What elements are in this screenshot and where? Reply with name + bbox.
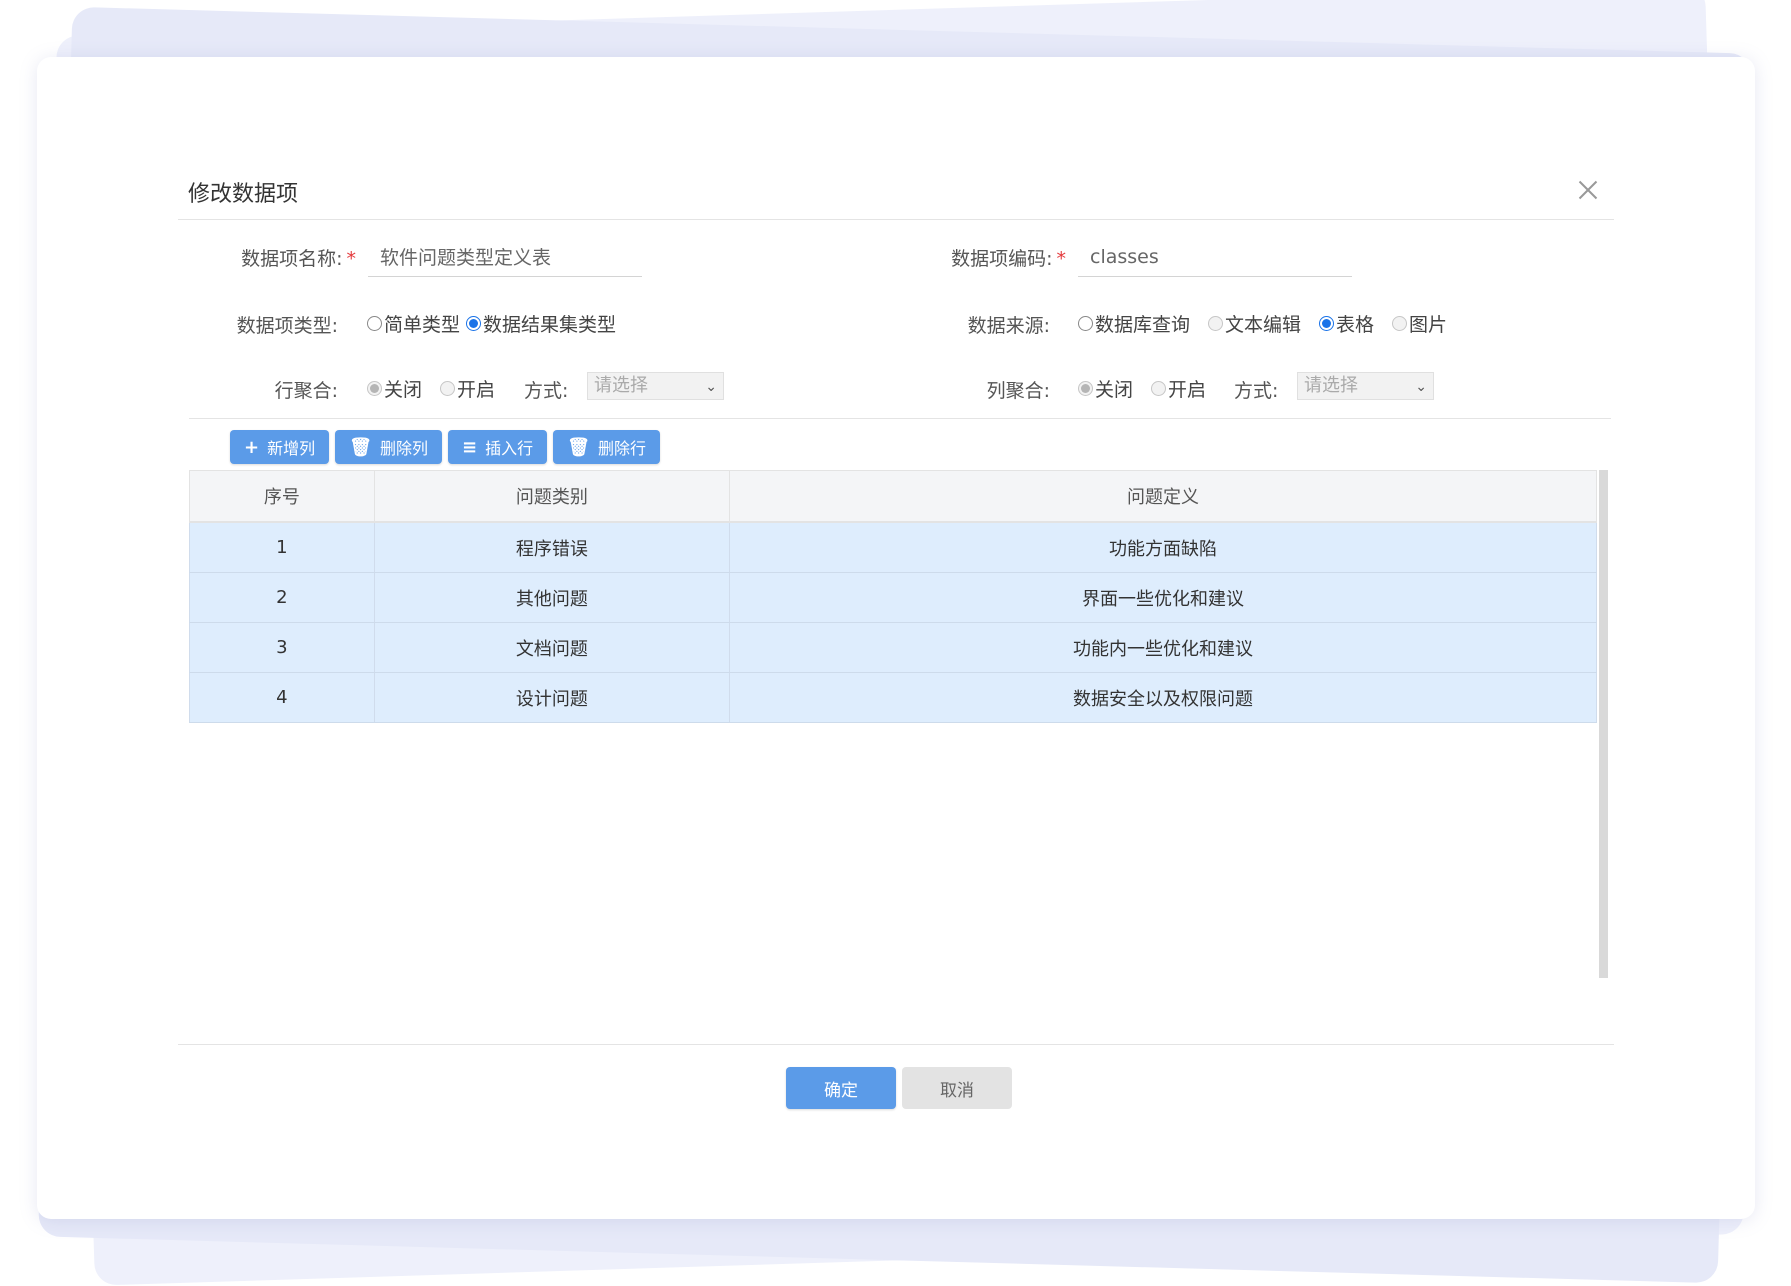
- radio-icon: [440, 381, 456, 396]
- table-cell[interactable]: 文档问题: [374, 622, 731, 673]
- source-radio-table[interactable]: 表格: [1319, 310, 1374, 337]
- col-merge-off[interactable]: 关闭: [1078, 375, 1133, 402]
- table-row[interactable]: 1 程序错误 功能方面缺陷: [189, 522, 1597, 573]
- table-cell[interactable]: 程序错误: [374, 522, 731, 573]
- table-cell[interactable]: 功能方面缺陷: [729, 522, 1597, 573]
- table-cell[interactable]: 1: [189, 522, 375, 573]
- data-table: 序号 问题类别 问题定义 1 程序错误 功能方面缺陷 2 其他问题 界面一些优化…: [189, 470, 1597, 723]
- source-radio-group: 数据库查询 文本编辑 表格 图片: [1078, 310, 1453, 337]
- radio-checked-icon: [466, 316, 482, 331]
- cancel-button[interactable]: 取消: [902, 1067, 1012, 1109]
- radio-icon: [1151, 381, 1167, 396]
- radio-checked-icon: [367, 381, 382, 396]
- col-mode-label: 方式:: [1234, 380, 1279, 402]
- column-header[interactable]: 问题类别: [373, 470, 731, 523]
- column-header[interactable]: 问题定义: [729, 470, 1597, 523]
- footer-divider: [178, 1044, 1614, 1045]
- type-radio-group: 简单类型 数据结果集类型: [367, 310, 622, 337]
- column-header[interactable]: 序号: [189, 470, 375, 523]
- table-cell[interactable]: 2: [189, 572, 375, 623]
- table-header-row: 序号 问题类别 问题定义: [189, 470, 1597, 523]
- name-input[interactable]: [368, 237, 642, 277]
- col-mode-select[interactable]: 请选择 ⌄: [1297, 372, 1434, 400]
- chevron-down-icon: ⌄: [1415, 379, 1427, 395]
- name-label: 数据项名称: *: [241, 248, 356, 270]
- table-cell[interactable]: 其他问题: [374, 572, 731, 623]
- row-mode-label: 方式:: [524, 380, 569, 402]
- table-cell[interactable]: 4: [189, 672, 375, 723]
- radio-icon: [1392, 316, 1408, 331]
- source-radio-image[interactable]: 图片: [1392, 310, 1447, 337]
- table-cell[interactable]: 功能内一些优化和建议: [729, 622, 1597, 673]
- table-cell[interactable]: 数据安全以及权限问题: [729, 672, 1597, 723]
- delete-row-button[interactable]: 🗑 删除行: [553, 430, 660, 464]
- row-merge-label: 行聚合:: [274, 380, 338, 402]
- table-row[interactable]: 3 文档问题 功能内一些优化和建议: [189, 622, 1597, 673]
- trash-icon: 🗑: [567, 436, 590, 458]
- row-merge-off[interactable]: 关闭: [367, 375, 422, 402]
- chevron-down-icon: ⌄: [705, 379, 717, 395]
- code-input[interactable]: [1078, 237, 1352, 277]
- confirm-button[interactable]: 确定: [786, 1067, 896, 1109]
- row-merge-radio-group: 关闭 开启: [367, 375, 501, 402]
- table-row[interactable]: 2 其他问题 界面一些优化和建议: [189, 572, 1597, 623]
- source-radio-text[interactable]: 文本编辑: [1208, 310, 1301, 337]
- radio-icon: [1208, 316, 1224, 331]
- trash-icon: 🗑: [349, 436, 372, 458]
- delete-column-button[interactable]: 🗑 删除列: [335, 430, 442, 464]
- col-merge-radio-group: 关闭 开启: [1078, 375, 1212, 402]
- plus-icon: +: [244, 436, 260, 458]
- header-divider: [178, 219, 1614, 220]
- radio-icon: [367, 316, 382, 331]
- table-row[interactable]: 4 设计问题 数据安全以及权限问题: [189, 672, 1597, 723]
- table-cell[interactable]: 3: [189, 622, 375, 673]
- source-radio-db[interactable]: 数据库查询: [1078, 310, 1190, 337]
- table-cell[interactable]: 设计问题: [374, 672, 731, 723]
- radio-icon: [1078, 316, 1093, 331]
- vertical-scrollbar[interactable]: [1599, 470, 1608, 978]
- add-column-button[interactable]: + 新增列: [230, 430, 330, 464]
- form-divider: [189, 418, 1611, 419]
- insert-row-icon: ≡: [461, 436, 478, 458]
- type-radio-simple[interactable]: 简单类型: [367, 310, 460, 337]
- radio-checked-icon: [1319, 316, 1335, 331]
- radio-checked-icon: [1078, 381, 1093, 396]
- source-label: 数据来源:: [967, 315, 1050, 337]
- type-label: 数据项类型:: [236, 315, 338, 337]
- type-radio-resultset[interactable]: 数据结果集类型: [466, 310, 616, 337]
- col-merge-label: 列聚合:: [986, 380, 1050, 402]
- insert-row-button[interactable]: ≡ 插入行: [447, 430, 548, 464]
- row-merge-on[interactable]: 开启: [440, 375, 495, 402]
- col-merge-on[interactable]: 开启: [1151, 375, 1206, 402]
- table-toolbar: + 新增列 🗑 删除列 ≡ 插入行 🗑 删除行: [230, 430, 660, 464]
- code-label: 数据项编码: *: [951, 248, 1066, 270]
- table-cell[interactable]: 界面一些优化和建议: [729, 572, 1597, 623]
- row-mode-select[interactable]: 请选择 ⌄: [587, 372, 724, 400]
- dialog-title: 修改数据项: [188, 182, 299, 207]
- close-icon[interactable]: [1576, 178, 1600, 202]
